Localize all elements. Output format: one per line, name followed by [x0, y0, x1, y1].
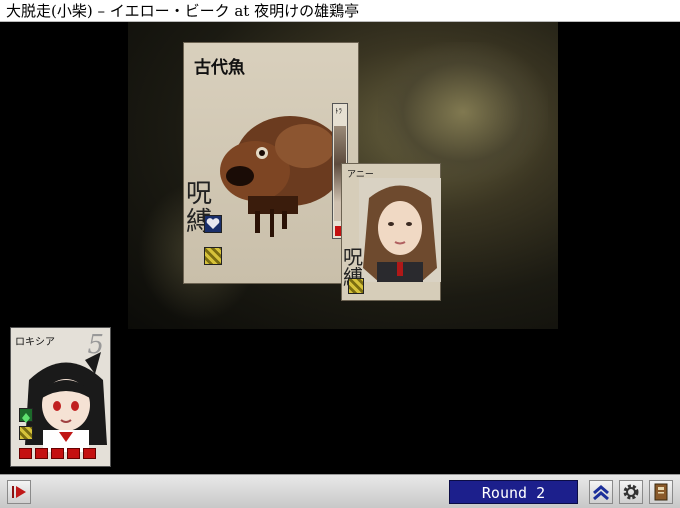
enemy-portrait	[220, 116, 345, 237]
player-card[interactable]: ロキシア 5	[10, 327, 111, 467]
ally-portrait	[359, 178, 441, 282]
ally-card[interactable]: アニー 呪 縛	[341, 163, 441, 301]
hp-block	[19, 448, 32, 459]
log-book-button[interactable]	[649, 480, 673, 504]
scroll-up-button[interactable]	[589, 480, 613, 504]
chain-icon	[204, 247, 222, 265]
party-strip-label: ﾄﾗ	[335, 107, 342, 115]
hp-block	[35, 448, 48, 459]
green-gem-icon	[19, 408, 33, 423]
hp-block	[67, 448, 80, 459]
chain-icon	[348, 278, 364, 294]
hp-block	[51, 448, 64, 459]
player-name: ロキシア	[15, 337, 55, 348]
double-chevron-up-icon	[593, 485, 609, 501]
round-indicator: Round 2	[449, 480, 578, 504]
player-portrait	[25, 352, 107, 452]
window-title: 大脱走(小柴) – イエロー・ビーク at 夜明けの雄鶏亭	[6, 2, 360, 20]
chain-icon	[19, 426, 33, 440]
gear-icon	[623, 484, 639, 500]
play-button[interactable]	[7, 480, 31, 504]
hp-block	[83, 448, 96, 459]
enemy-status-curse: 呪	[186, 179, 213, 209]
window-title-bar: 大脱走(小柴) – イエロー・ビーク at 夜明けの雄鶏亭	[0, 0, 680, 22]
bottom-toolbar: Round 2	[0, 474, 680, 508]
book-icon	[654, 483, 668, 501]
cave-highlight	[378, 42, 548, 182]
play-icon	[12, 486, 26, 498]
settings-button[interactable]	[619, 480, 643, 504]
enemy-name: 古代魚	[194, 58, 245, 78]
heart-icon	[204, 215, 222, 233]
